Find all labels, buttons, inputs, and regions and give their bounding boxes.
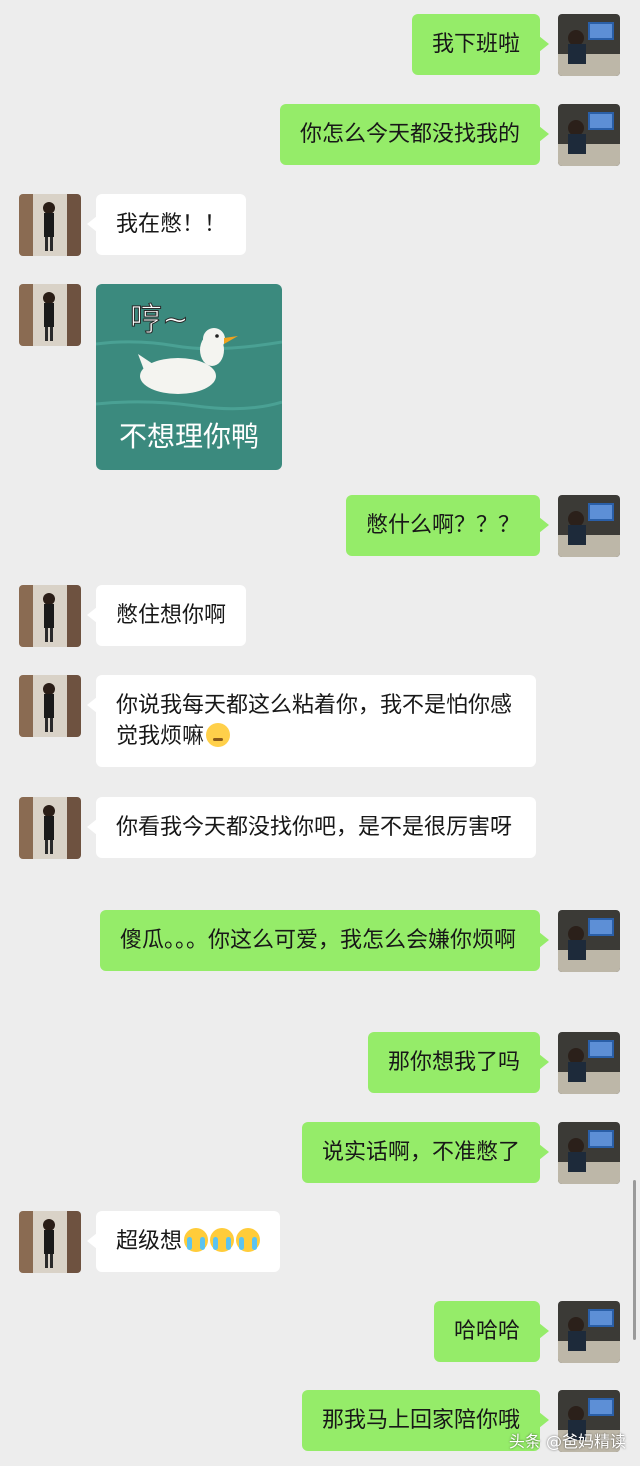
watermark: 头条 @爸妈精读	[508, 1432, 626, 1451]
avatar-self[interactable]	[558, 1122, 620, 1184]
avatar-self[interactable]	[558, 1301, 620, 1363]
avatar-self[interactable]	[558, 910, 620, 972]
message-bubble-self[interactable]: 我下班啦	[411, 14, 550, 75]
message-bubble-contact[interactable]: 你说我每天都这么粘着你，我不是怕你感觉我烦嘛	[87, 675, 536, 767]
duck-sticker[interactable]: 哼~ 不想理你鸭	[96, 284, 282, 470]
message-text: 超级想	[116, 1229, 183, 1254]
duck-sticker-image: 哼~ 不想理你鸭	[96, 284, 282, 470]
loudly-crying-face-icon	[184, 1228, 209, 1252]
avatar-contact[interactable]	[19, 585, 81, 647]
avatar-self[interactable]	[558, 104, 620, 166]
message-bubble-self[interactable]: 那你想我了吗	[367, 1032, 550, 1093]
loudly-crying-face-icon	[210, 1228, 235, 1252]
avatar-self[interactable]	[558, 14, 620, 76]
avatar-contact[interactable]	[19, 797, 81, 859]
message-bubble-self[interactable]: 傻瓜。。。你这么可爱，我怎么会嫌你烦啊	[100, 910, 549, 971]
message-bubble-contact[interactable]: 憋住想你啊	[86, 585, 247, 646]
avatar-self[interactable]	[558, 495, 620, 557]
message-bubble-contact[interactable]: 超级想	[86, 1211, 281, 1272]
sticker-caption-top: 哼~	[130, 300, 189, 338]
avatar-self[interactable]	[558, 1032, 620, 1094]
avatar-contact[interactable]	[19, 194, 81, 256]
message-bubble-self[interactable]: 憋什么啊？？？	[345, 495, 550, 556]
message-bubble-self[interactable]: 你怎么今天都没找我的	[279, 104, 550, 165]
avatar-contact[interactable]	[19, 675, 81, 737]
pensive-face-icon	[206, 723, 231, 747]
message-bubble-contact[interactable]: 你看我今天都没找你吧，是不是很厉害呀	[87, 797, 536, 858]
loudly-crying-face-icon	[236, 1228, 261, 1252]
avatar-contact[interactable]	[19, 284, 81, 346]
message-bubble-self[interactable]: 那我马上回家陪你哦	[301, 1390, 550, 1451]
message-bubble-self[interactable]: 说实话啊，不准憋了	[301, 1122, 550, 1183]
message-bubble-self[interactable]: 哈哈哈	[433, 1301, 550, 1362]
message-bubble-contact[interactable]: 我在憋！！	[86, 194, 247, 255]
message-text: 你说我每天都这么粘着你，我不是怕你感觉我烦嘛	[116, 693, 513, 749]
sticker-caption-bottom: 不想理你鸭	[119, 420, 259, 453]
scrollbar[interactable]	[633, 1180, 636, 1340]
avatar-contact[interactable]	[19, 1211, 81, 1273]
